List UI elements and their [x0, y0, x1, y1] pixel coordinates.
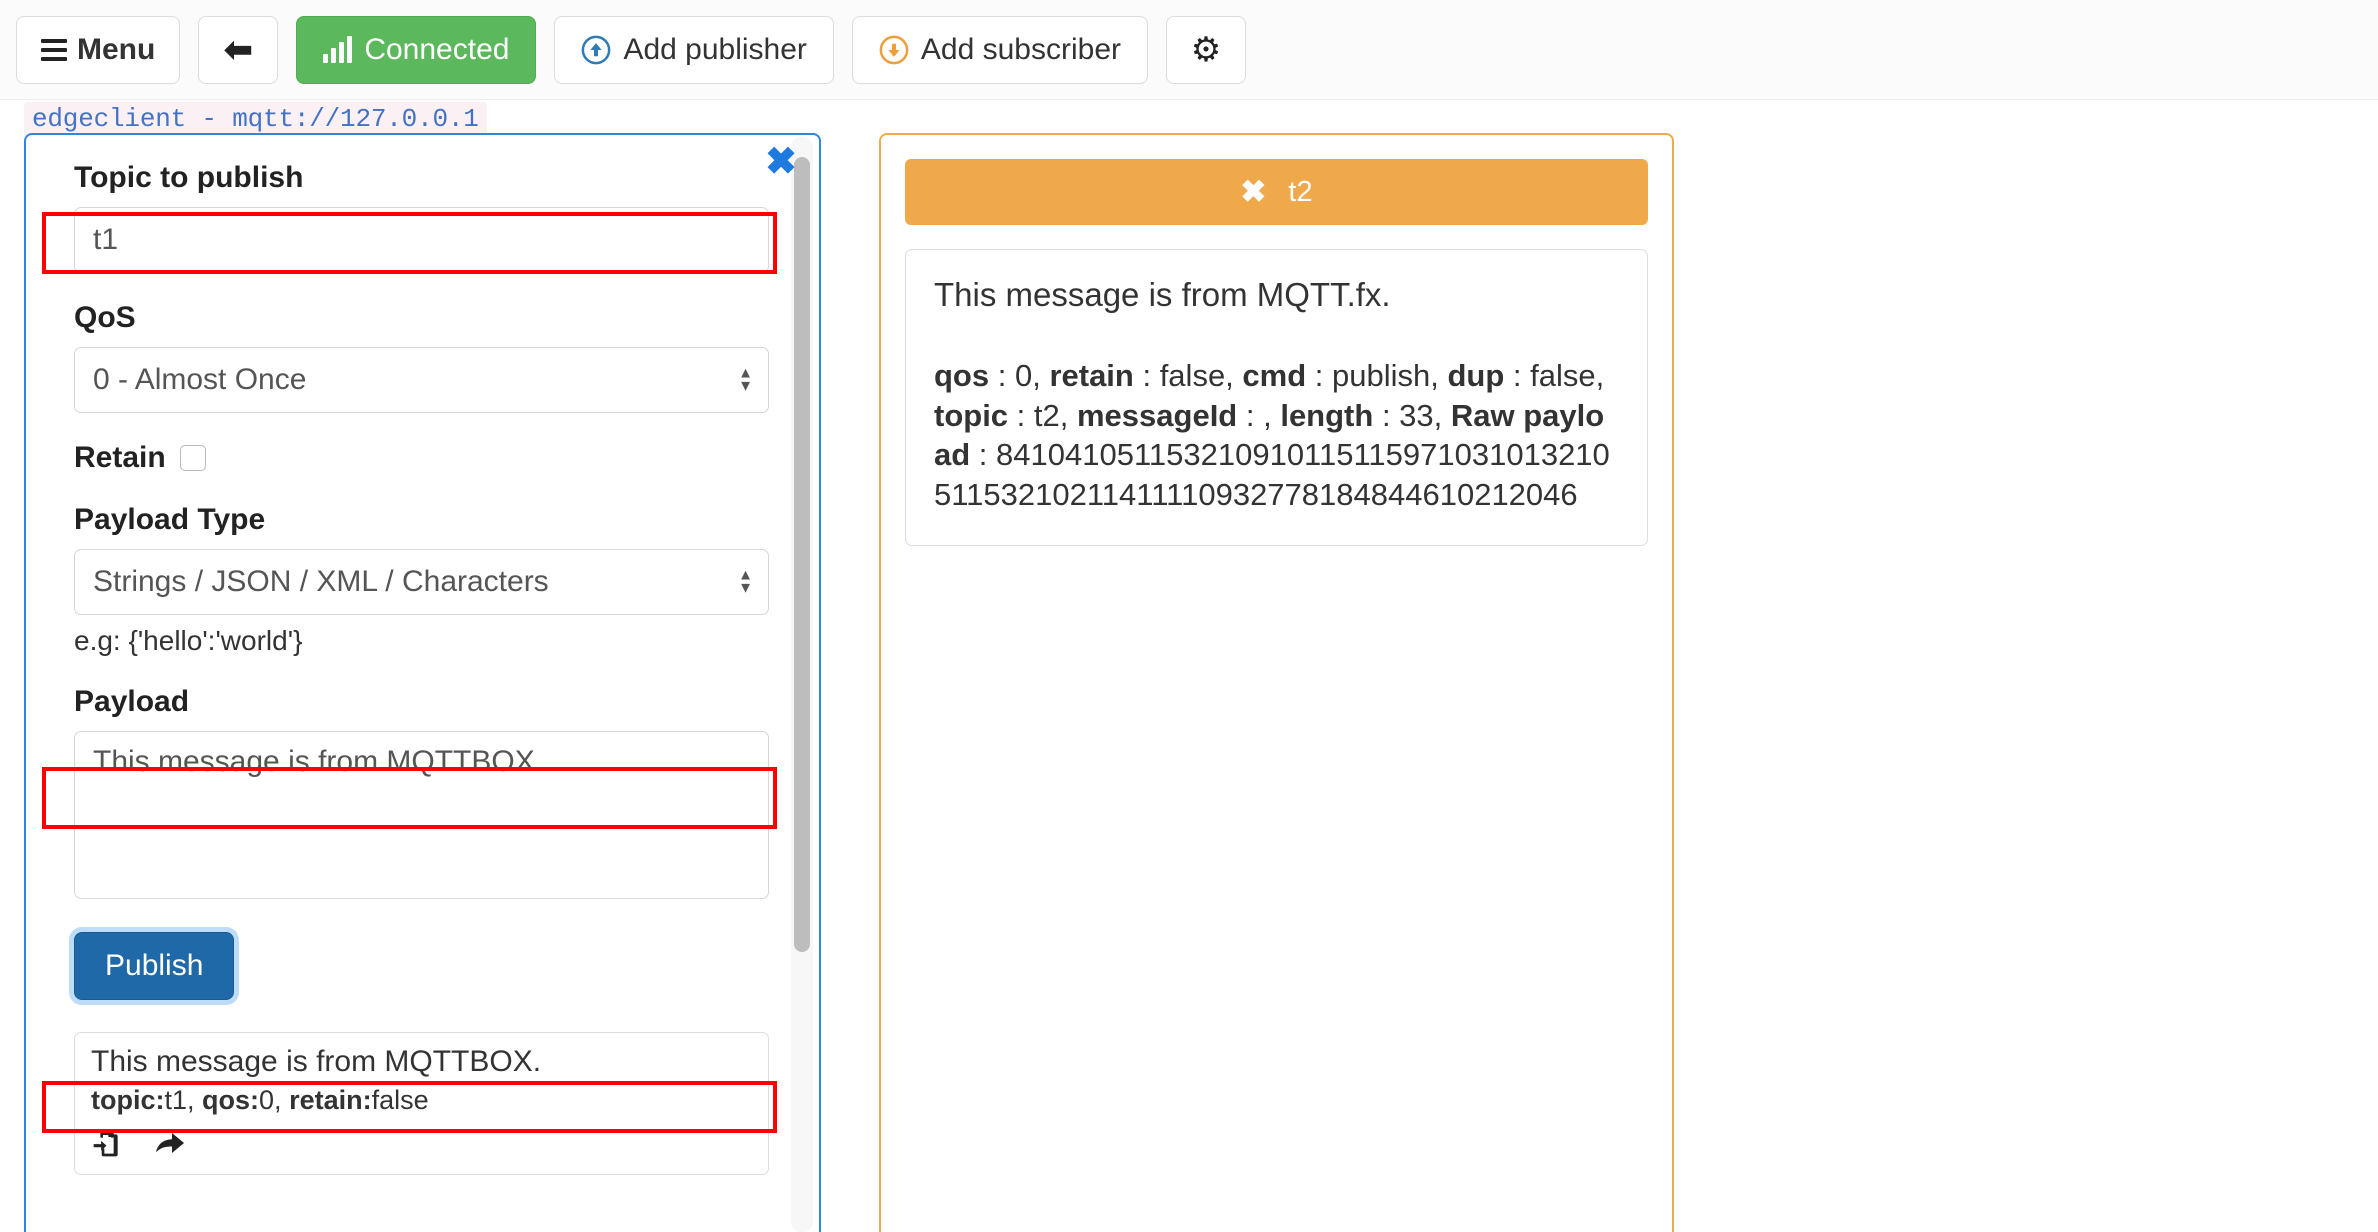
- meta-retain-value: : false,: [1133, 358, 1243, 393]
- signal-bars-icon: [323, 35, 353, 63]
- hamburger-icon: [41, 38, 67, 61]
- meta-topic-value: : t2,: [1008, 397, 1077, 433]
- meta-messageid-key: messageId: [1076, 397, 1238, 433]
- meta-dup-value: : false,: [1504, 358, 1605, 393]
- circle-arrow-down-icon: [879, 35, 909, 64]
- qos-label: QoS: [74, 301, 136, 334]
- add-publisher-button[interactable]: Add publisher: [554, 15, 834, 84]
- publish-button[interactable]: Publish: [74, 932, 235, 1000]
- meta-messageid-value: : ,: [1237, 397, 1281, 433]
- subscriber-message-text: This message is from MQTT.fx.: [934, 276, 1391, 313]
- meta-retain-value: false: [371, 1085, 429, 1115]
- share-arrow-icon[interactable]: [153, 1127, 187, 1159]
- subscriber-message-item: This message is from MQTT.fx. qos : 0, r…: [905, 249, 1648, 546]
- publisher-panel: Topic to publish QoS 0 - Almost Once ▲▼ …: [24, 133, 821, 1232]
- meta-topic-value: t1,: [164, 1085, 203, 1115]
- add-subscriber-button[interactable]: Add subscriber: [851, 15, 1149, 84]
- subscriber-message-meta: qos : 0, retain : false, cmd : publish, …: [934, 356, 1619, 515]
- meta-qos-value: 0,: [259, 1085, 290, 1115]
- meta-qos-value: : 0,: [989, 358, 1050, 393]
- settings-button[interactable]: ⚙: [1166, 15, 1247, 84]
- menu-button-label: Menu: [77, 32, 156, 66]
- meta-length-key: length: [1280, 397, 1374, 433]
- published-message-meta: topic:t1, qos:0, retain:false: [91, 1085, 752, 1116]
- menu-button[interactable]: Menu: [16, 15, 181, 84]
- gear-icon: ⚙: [1190, 30, 1222, 69]
- subscriber-panel: ✖ t2 This message is from MQTT.fx. qos :…: [879, 133, 1674, 1232]
- payload-type-label: Payload Type: [74, 503, 266, 536]
- connection-status-button[interactable]: Connected: [296, 15, 537, 84]
- publisher-panel-scrollbar[interactable]: [791, 137, 813, 1232]
- meta-cmd-value: : publish,: [1306, 358, 1448, 393]
- meta-topic-key: topic: [934, 397, 1009, 433]
- connection-status-label: Connected: [364, 32, 510, 66]
- retain-checkbox[interactable]: [179, 445, 206, 471]
- circle-arrow-up-icon: [582, 35, 611, 64]
- subscriber-topic-label: t2: [1288, 175, 1313, 208]
- payload-type-hint: e.g: {'hello':'world'}: [74, 625, 303, 656]
- meta-qos-key: qos:: [202, 1085, 260, 1115]
- published-message-item: This message is from MQTTBOX. topic:t1, …: [74, 1032, 769, 1175]
- back-button[interactable]: ⬅: [198, 15, 279, 84]
- qos-select-value: 0 - Almost Once: [93, 363, 307, 396]
- subscriber-topic-header[interactable]: ✖ t2: [905, 159, 1648, 225]
- payload-type-select-value: Strings / JSON / XML / Characters: [93, 565, 549, 598]
- meta-topic-key: topic:: [91, 1085, 165, 1115]
- meta-rawpayload-value: : 84104105115321091011511597103101321051…: [934, 437, 1610, 513]
- meta-cmd-key: cmd: [1242, 358, 1307, 393]
- topic-to-publish-label: Topic to publish: [74, 161, 304, 194]
- add-subscriber-label: Add subscriber: [920, 32, 1122, 66]
- retain-label: Retain: [74, 441, 166, 474]
- payload-type-select[interactable]: Strings / JSON / XML / Characters: [74, 549, 769, 615]
- published-message-text: This message is from MQTTBOX.: [91, 1045, 542, 1078]
- scrollbar-thumb[interactable]: [794, 157, 810, 952]
- qos-select[interactable]: 0 - Almost Once: [74, 347, 769, 413]
- meta-length-value: : 33,: [1373, 397, 1451, 433]
- meta-qos-key: qos: [934, 358, 990, 393]
- payload-label: Payload: [74, 685, 190, 718]
- publisher-close-icon[interactable]: ✖: [765, 143, 797, 181]
- meta-retain-key: retain: [1049, 358, 1134, 393]
- payload-textarea[interactable]: [74, 731, 769, 899]
- arrow-left-icon: ⬅: [224, 30, 253, 69]
- meta-dup-key: dup: [1447, 358, 1505, 393]
- topic-input[interactable]: [74, 207, 769, 273]
- close-x-icon[interactable]: ✖: [1240, 174, 1266, 210]
- add-publisher-label: Add publisher: [623, 32, 807, 66]
- publisher-panel-body: Topic to publish QoS 0 - Almost Once ▲▼ …: [26, 135, 819, 1232]
- top-toolbar: Menu ⬅ Connected Add publisher Add subsc…: [0, 0, 2378, 100]
- paste-clipboard-icon[interactable]: [91, 1126, 123, 1160]
- meta-retain-key: retain:: [289, 1085, 372, 1115]
